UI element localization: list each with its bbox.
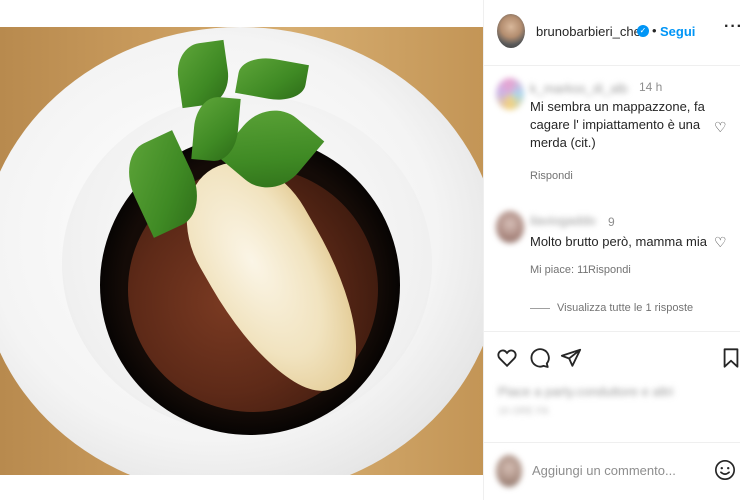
heart-icon[interactable]: ♡ [714,234,727,251]
comment-text-line: cagare l' impiattamento è una [530,117,701,132]
comment-text-line: merda (cit.) [530,135,596,150]
verified-badge-icon: ✓ [637,25,649,37]
heart-icon[interactable] [496,347,518,369]
liked-by-text[interactable]: Piace a party.conduttore e altri [498,384,673,399]
comment-input[interactable] [532,463,702,478]
comment-author[interactable]: ilaviogaddo [530,213,596,228]
post-username[interactable]: brunobarbieri_chef [536,24,644,39]
separator-dot: • [652,23,657,38]
follow-button[interactable]: Segui [660,24,695,39]
more-options-icon[interactable]: ··· [724,18,740,36]
post-date: 16 ORE FA [498,406,549,417]
comment-timestamp: 9 [608,215,615,229]
avatar [496,455,522,487]
post-actions: Piace a party.conduttore e altri 16 ORE … [484,331,740,456]
comment-text: Mi sembra un mappazzone, fa cagare l' im… [530,98,705,152]
avatar[interactable] [497,14,525,48]
add-comment-bar [484,442,740,500]
comment-timestamp: 14 h [639,80,663,94]
view-replies-link[interactable]: Visualizza tutte le 1 risposte [557,302,693,314]
reply-button[interactable]: Rispondi [588,264,631,276]
heart-icon[interactable]: ♡ [714,119,727,136]
comment-likes[interactable]: Mi piace: 11 [530,264,589,276]
reply-button[interactable]: Rispondi [530,170,573,182]
comment-text: Molto brutto però, mamma mia [530,234,708,249]
replies-divider [530,308,550,309]
comment-text-line: Mi sembra un mappazzone, fa [530,99,705,114]
post-photo [0,27,483,475]
emoji-icon[interactable] [714,459,736,481]
bookmark-icon[interactable] [720,347,740,369]
comment-icon[interactable] [528,347,550,369]
comment-avatar[interactable] [496,211,524,243]
post-header: brunobarbieri_chef ✓ • Segui ··· [484,0,740,66]
comment-author[interactable]: k_markss_di_alb [530,81,628,96]
post-side-panel: brunobarbieri_chef ✓ • Segui ··· k_marks… [483,0,740,500]
paper-plane-icon[interactable] [560,347,582,369]
comment-avatar[interactable] [496,78,524,110]
